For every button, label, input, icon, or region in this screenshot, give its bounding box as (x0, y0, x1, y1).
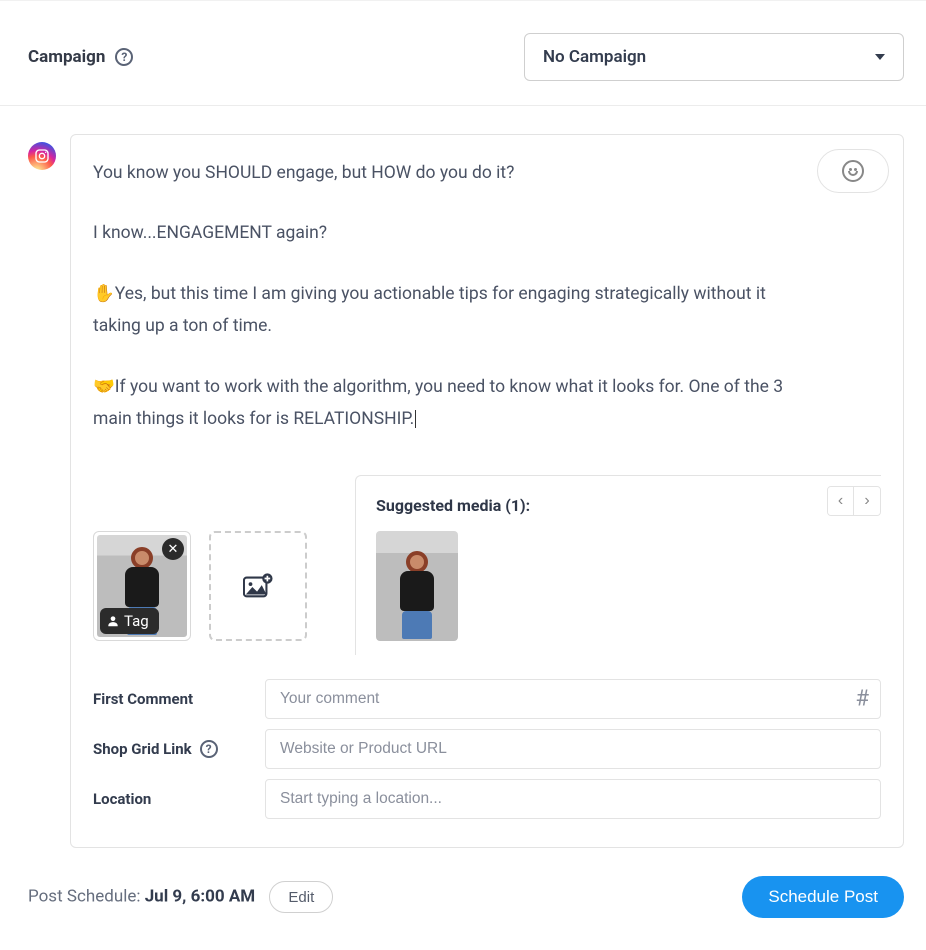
caption-editor[interactable]: You know you SHOULD engage, but HOW do y… (93, 157, 881, 435)
campaign-select[interactable]: No Campaign (524, 33, 904, 81)
first-comment-row: First Comment # (93, 679, 881, 719)
add-media-button[interactable] (209, 531, 307, 641)
text-cursor (415, 410, 416, 428)
schedule-datetime: Jul 9, 6:00 AM (145, 887, 255, 907)
post-schedule-text: Post Schedule: Jul 9, 6:00 AM Edit (28, 881, 333, 913)
composer-row: You know you SHOULD engage, but HOW do y… (0, 106, 926, 848)
caption-line: You know you SHOULD engage, but HOW do y… (93, 157, 801, 189)
help-icon[interactable]: ? (115, 48, 133, 66)
suggested-media-panel: ‹ › Suggested media (1): (355, 475, 881, 655)
suggested-next-button[interactable]: › (854, 487, 880, 515)
hashtag-icon[interactable]: # (855, 687, 869, 712)
campaign-header: Campaign ? No Campaign (0, 0, 926, 106)
location-row: Location (93, 779, 881, 819)
media-section: ✕ Tag (93, 475, 881, 655)
shop-grid-input[interactable] (265, 729, 881, 769)
location-label: Location (93, 790, 265, 808)
post-fields: First Comment # Shop Grid Link ? Locatio… (93, 679, 881, 819)
campaign-label-text: Campaign (28, 47, 105, 67)
campaign-select-value: No Campaign (543, 47, 646, 67)
footer: Post Schedule: Jul 9, 6:00 AM Edit Sched… (0, 848, 926, 932)
suggested-media-thumb[interactable] (376, 531, 458, 641)
add-image-icon (243, 572, 273, 600)
post-composer: You know you SHOULD engage, but HOW do y… (70, 134, 904, 848)
edit-schedule-button[interactable]: Edit (269, 881, 333, 913)
tag-button[interactable]: Tag (100, 608, 159, 634)
media-thumb[interactable]: ✕ Tag (93, 531, 191, 641)
location-input[interactable] (265, 779, 881, 819)
smiley-icon (842, 160, 864, 182)
instagram-icon (28, 142, 56, 170)
campaign-label: Campaign ? (28, 47, 133, 67)
first-comment-input[interactable] (265, 679, 881, 719)
shop-grid-label: Shop Grid Link ? (93, 740, 265, 758)
caption-line: 🤝If you want to work with the algorithm,… (93, 371, 801, 436)
tag-label: Tag (124, 612, 149, 630)
person-icon (106, 614, 120, 628)
schedule-prefix: Post Schedule: (28, 887, 145, 907)
suggested-thumbs (376, 531, 881, 641)
caption-line: I know...ENGAGEMENT again? (93, 217, 801, 249)
caption-line: ✋Yes, but this time I am giving you acti… (93, 278, 801, 343)
schedule-post-button[interactable]: Schedule Post (742, 876, 904, 918)
shop-grid-row: Shop Grid Link ? (93, 729, 881, 769)
suggested-title: Suggested media (1): (376, 496, 881, 515)
suggested-nav: ‹ › (827, 486, 881, 516)
attached-media: ✕ Tag (93, 475, 307, 641)
first-comment-label: First Comment (93, 690, 265, 708)
chevron-down-icon (875, 54, 885, 60)
emoji-picker-button[interactable] (817, 149, 889, 193)
help-icon[interactable]: ? (200, 740, 218, 758)
suggested-prev-button[interactable]: ‹ (828, 487, 854, 515)
